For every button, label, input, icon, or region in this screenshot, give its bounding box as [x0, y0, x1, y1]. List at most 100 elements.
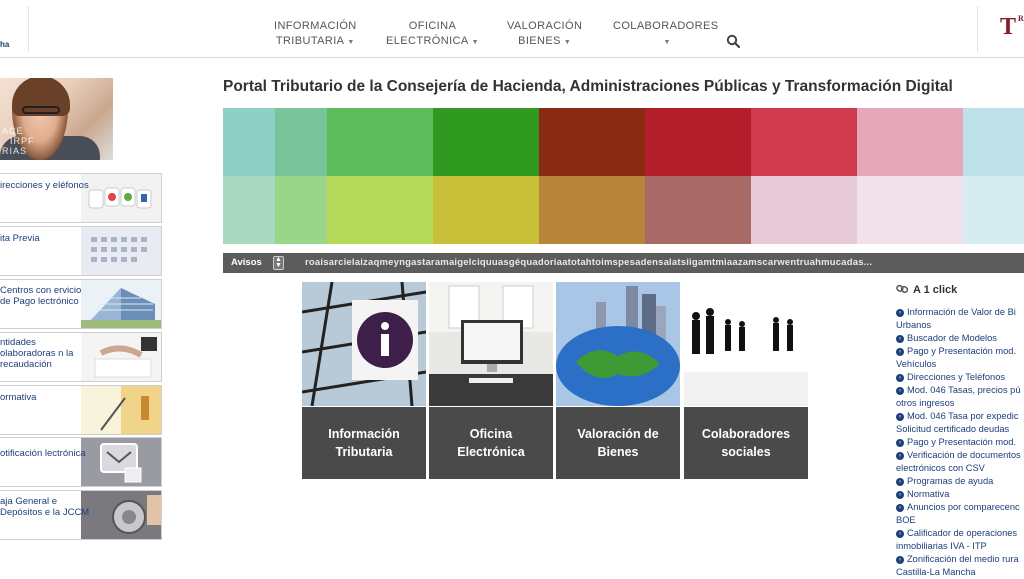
a1click-link-text: Calificador de operaciones — [907, 528, 1018, 538]
promo-text: ACE IRPF RIAS — [2, 126, 35, 156]
a1click-link[interactable]: › Información de Valor de Bi — [896, 306, 1024, 319]
a1click-link-continued[interactable]: Vehículos — [896, 358, 1024, 371]
header-divider — [977, 6, 978, 52]
a1click-link[interactable]: › Programas de ayuda — [896, 475, 1024, 488]
nav-label-line1: INFORMACIÓN — [274, 20, 357, 32]
a1click-link[interactable]: › Pago y Presentación mod. — [896, 436, 1024, 449]
tile-caption: Información Tributaria — [302, 407, 426, 479]
arrow-right-circle-icon: › — [896, 387, 904, 395]
a1click-link-text: Información de Valor de Bi — [907, 307, 1016, 317]
sidebar-item-cita-previa[interactable]: ita Previa — [0, 226, 162, 276]
sidebar-item-label: irecciones y eléfonos — [0, 180, 89, 191]
nav-label-line2: TRIBUTARIA ▼ — [274, 34, 357, 50]
promo-glasses — [22, 106, 60, 114]
caret-down-icon: ▼ — [663, 39, 671, 46]
envelope-image — [81, 438, 161, 486]
nav-valoracion-bienes[interactable]: VALORACIÓN BIENES ▼ — [507, 19, 582, 50]
avisos-bar[interactable]: Avisos ▲ ▼ roaisarcielaizaqmeyngastaramai… — [223, 253, 1024, 273]
arrow-right-circle-icon: › — [896, 413, 904, 421]
tile-caption: Oficina Electrónica — [429, 407, 553, 479]
safe-dial-image — [81, 491, 161, 539]
tile-oficina-electronica[interactable]: Oficina Electrónica — [429, 282, 553, 479]
a1click-title: A 1 click — [913, 284, 958, 296]
a1click-link-text: Solicitud certificado deudas — [896, 424, 1010, 434]
sidebar-item-entidades-colaboradoras[interactable]: ntidades olaboradoras n la recaudación — [0, 332, 162, 382]
tile-caption-line: Bienes — [597, 445, 639, 459]
nav-label-line2: ▼ — [613, 34, 718, 50]
sidebar-item-notificacion[interactable]: otificación lectrónica — [0, 437, 162, 487]
logo-small: R — [1018, 14, 1024, 23]
a1click-link-text: Normativa — [907, 489, 950, 499]
handshake-image — [81, 333, 161, 381]
header-divider — [28, 6, 29, 52]
tile-valoracion-bienes[interactable]: Valoración de Bienes — [556, 282, 680, 479]
a1click-link[interactable]: › Anuncios por comparecenc — [896, 501, 1024, 514]
calendar-image — [81, 227, 161, 275]
caret-down-icon: ▼ — [563, 39, 572, 46]
globe-city-image — [556, 282, 680, 406]
logo-right[interactable]: TR — [1000, 14, 1024, 41]
arrow-right-circle-icon: › — [896, 504, 904, 512]
arrow-right-circle-icon: › — [896, 491, 904, 499]
document-pen-image — [81, 386, 161, 434]
tile-caption-line: Oficina — [469, 427, 513, 441]
phone-icons-image — [81, 174, 161, 222]
a1click-link[interactable]: › Verificación de documentos — [896, 449, 1024, 462]
a1click-link-text: Programas de ayuda — [907, 476, 994, 486]
arrow-right-circle-icon: › — [896, 348, 904, 356]
a1click-link[interactable]: › Direcciones y Teléfonos — [896, 371, 1024, 384]
people-silhouettes-image — [684, 282, 808, 406]
a1click-link-text: Buscador de Modelos — [907, 333, 997, 343]
caret-down-icon: ▼ — [471, 39, 479, 46]
a1click-link[interactable]: › Calificador de operaciones — [896, 527, 1024, 540]
tile-caption-line: Electrónica — [457, 445, 525, 459]
sidebar-item-label: aja General e Depósitos e la JCCM — [0, 496, 90, 518]
sidebar-item-centros-pago[interactable]: Centros con ervicio de Pago lectrónico — [0, 279, 162, 329]
a1click-link-continued[interactable]: BOE — [896, 514, 1024, 527]
search-icon[interactable] — [726, 34, 740, 48]
a1click-link[interactable]: › Pago y Presentación mod. — [896, 345, 1024, 358]
a1click-link[interactable]: › Mod. 046 Tasas, precios pú — [896, 384, 1024, 397]
a1click-link[interactable]: › Zonificación del medio rura — [896, 553, 1024, 566]
arrow-right-circle-icon: › — [896, 530, 904, 538]
tile-colaboradores-sociales[interactable]: Colaboradores sociales — [684, 282, 808, 479]
sidebar-item-direcciones[interactable]: irecciones y eléfonos — [0, 173, 162, 223]
promo-text-line: RIAS — [2, 146, 28, 156]
avisos-ticker-text[interactable]: roaisarcielaizaqmeyngastaramaigelciquuas… — [305, 257, 872, 268]
a1click-link-continued[interactable]: Solicitud certificado deudas — [896, 423, 1024, 436]
computer-desk-image — [429, 282, 553, 406]
nav-label-line1: VALORACIÓN — [507, 20, 583, 32]
a1click-link-text: Mod. 046 Tasa por expedic — [907, 411, 1019, 421]
site-header: ha INFORMACIÓN TRIBUTARIA ▼ OFICINA ELECT… — [0, 0, 1024, 58]
page-title: Portal Tributario de la Consejería de Ha… — [223, 78, 953, 95]
nav-label-line1: COLABORADORES — [613, 20, 719, 32]
a1click-link[interactable]: › Mod. 046 Tasa por expedic — [896, 410, 1024, 423]
nav-label-text: ELECTRÓNICA — [386, 35, 469, 47]
arrow-right-circle-icon: › — [896, 556, 904, 564]
a1click-link[interactable]: › Buscador de Modelos — [896, 332, 1024, 345]
tile-informacion-tributaria[interactable]: Información Tributaria — [302, 282, 426, 479]
a1click-link[interactable]: › Normativa — [896, 488, 1024, 501]
nav-oficina-electronica[interactable]: OFICINA ELECTRÓNICA ▼ — [386, 19, 479, 50]
a1click-link-continued[interactable]: otros ingresos — [896, 397, 1024, 410]
a1click-link-continued[interactable]: inmobiliarias IVA - ITP — [896, 540, 1024, 553]
hero-banner-image — [223, 108, 1024, 244]
a1click-link-text: Pago y Presentación mod. — [907, 437, 1017, 447]
nav-colaboradores[interactable]: COLABORADORES ▼ — [613, 19, 718, 50]
arrow-right-circle-icon: › — [896, 439, 904, 447]
a1click-link-continued[interactable]: Castilla-La Mancha — [896, 566, 1024, 579]
tile-caption: Colaboradores sociales — [684, 407, 808, 479]
promo-banner[interactable]: ACE IRPF RIAS — [0, 78, 113, 160]
logo-letter: T — [1000, 14, 1017, 40]
nav-informacion-tributaria[interactable]: INFORMACIÓN TRIBUTARIA ▼ — [274, 19, 357, 50]
logo-left[interactable]: ha — [0, 40, 9, 49]
sidebar-item-normativa[interactable]: ormativa — [0, 385, 162, 435]
tile-caption-line: Colaboradores — [701, 427, 791, 441]
sidebar-item-caja-depositos[interactable]: aja General e Depósitos e la JCCM — [0, 490, 162, 540]
a1click-link-continued[interactable]: Urbanos — [896, 319, 1024, 332]
sidebar-item-label: ormativa — [0, 392, 37, 403]
a1click-link-text: Direcciones y Teléfonos — [907, 372, 1006, 382]
a1click-link-continued[interactable]: electrónicos con CSV — [896, 462, 1024, 475]
tile-caption-line: Valoración de — [577, 427, 659, 441]
updown-spinner-icon[interactable]: ▲ ▼ — [273, 256, 284, 270]
